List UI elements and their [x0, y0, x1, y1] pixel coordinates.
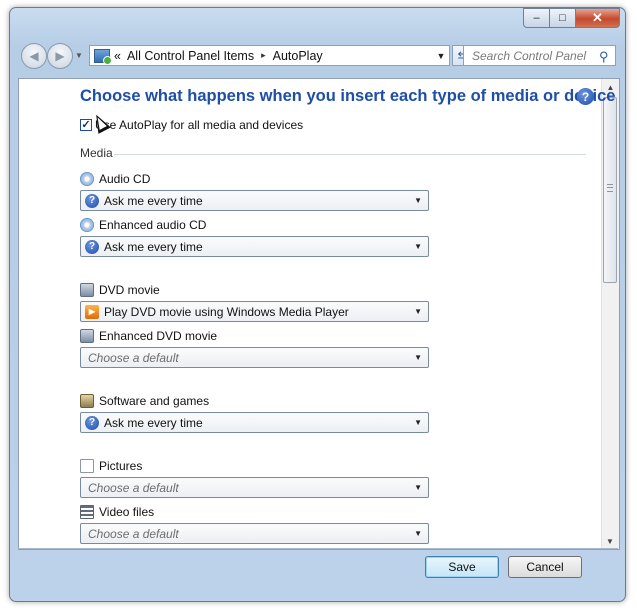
use-autoplay-option[interactable]: ✓ Use AutoPlay for all media and devices	[80, 118, 303, 132]
minimize-button[interactable]: –	[523, 8, 550, 28]
audio-cd-icon	[80, 172, 94, 186]
audio-cd-select[interactable]: ? Ask me every time ▼	[80, 190, 429, 211]
media-row-enhanced-audio-cd: Enhanced audio CD ? Ask me every time ▼	[80, 217, 429, 257]
media-row-software-and-games: Software and games ? Ask me every time ▼	[80, 393, 429, 433]
help-icon[interactable]: ?	[577, 88, 594, 105]
section-divider	[114, 154, 586, 155]
maximize-button[interactable]: □	[550, 8, 576, 28]
breadcrumb-overflow[interactable]: «	[114, 49, 121, 63]
software-and-games-select[interactable]: ? Ask me every time ▼	[80, 412, 429, 433]
breadcrumb-item-all-control-panel-items[interactable]: All Control Panel Items	[127, 49, 254, 63]
scroll-grip-icon	[607, 184, 613, 192]
chevron-down-icon[interactable]: ▼	[414, 483, 422, 492]
select-value: Ask me every time	[104, 193, 203, 208]
chevron-down-icon[interactable]: ▼	[414, 196, 422, 205]
media-player-icon: ▶	[85, 304, 99, 319]
chevron-down-icon[interactable]: ▼	[414, 353, 422, 362]
forward-arrow-icon: ▶	[55, 49, 65, 63]
media-section-heading: Media	[80, 146, 113, 160]
enhanced-dvd-movie-select[interactable]: Choose a default ▼	[80, 347, 429, 368]
media-label: Software and games	[99, 394, 210, 408]
page-title: Choose what happens when you insert each…	[80, 87, 616, 105]
media-row-video-files: Video files Choose a default ▼	[80, 504, 429, 544]
search-box[interactable]: ⚲	[463, 45, 616, 66]
forward-button[interactable]: ▶	[47, 43, 73, 69]
media-label: Video files	[99, 505, 155, 519]
scroll-thumb[interactable]	[603, 97, 617, 283]
chevron-down-icon[interactable]: ▼	[414, 307, 422, 316]
chevron-down-icon[interactable]: ▼	[414, 418, 422, 427]
media-label: DVD movie	[99, 283, 160, 297]
cancel-button[interactable]: Cancel	[508, 556, 582, 578]
select-value: Ask me every time	[104, 239, 203, 254]
question-icon: ?	[85, 193, 99, 208]
footer-divider	[18, 548, 618, 549]
select-value: Ask me every time	[104, 415, 203, 430]
software-icon	[80, 394, 94, 408]
dvd-icon	[80, 329, 94, 343]
caption-buttons: – □ ✕	[523, 8, 620, 28]
use-autoplay-checkbox[interactable]: ✓	[80, 119, 92, 131]
close-button[interactable]: ✕	[576, 8, 620, 28]
audio-cd-icon	[80, 218, 94, 232]
dvd-movie-select[interactable]: ▶ Play DVD movie using Windows Media Pla…	[80, 301, 429, 322]
question-icon: ?	[85, 239, 99, 254]
question-icon: ?	[85, 415, 99, 430]
search-input[interactable]	[470, 47, 599, 64]
control-panel-icon	[94, 48, 112, 65]
media-row-dvd-movie: DVD movie ▶ Play DVD movie using Windows…	[80, 282, 429, 322]
search-icon[interactable]: ⚲	[599, 49, 613, 64]
select-value: Choose a default	[88, 350, 179, 365]
back-arrow-icon: ◀	[29, 49, 39, 63]
recent-pages-chevron-icon[interactable]: ▼	[75, 51, 83, 60]
media-row-audio-cd: Audio CD ? Ask me every time ▼	[80, 171, 429, 211]
content-pane: ▲ ▼ Choose what happens when you insert …	[18, 78, 620, 550]
save-button[interactable]: Save	[425, 556, 499, 578]
video-files-select[interactable]: Choose a default ▼	[80, 523, 429, 544]
address-dropdown-icon[interactable]: ▼	[433, 51, 449, 61]
breadcrumb-separator-icon[interactable]: ▸	[261, 50, 266, 61]
media-row-enhanced-dvd-movie: Enhanced DVD movie Choose a default ▼	[80, 328, 429, 368]
chevron-down-icon[interactable]: ▼	[414, 529, 422, 538]
vertical-scrollbar[interactable]: ▲ ▼	[601, 79, 619, 549]
select-value: Play DVD movie using Windows Media Playe…	[104, 304, 349, 319]
navigation-bar: ◀ ▶ ▼ « All Control Panel Items ▸ AutoPl…	[18, 41, 617, 71]
pictures-select[interactable]: Choose a default ▼	[80, 477, 429, 498]
scroll-down-icon[interactable]: ▼	[602, 533, 618, 549]
left-pane	[19, 79, 65, 549]
pictures-icon	[80, 459, 94, 473]
media-row-pictures: Pictures Choose a default ▼	[80, 458, 429, 498]
media-label: Enhanced DVD movie	[99, 329, 218, 343]
select-value: Choose a default	[88, 480, 179, 495]
dvd-icon	[80, 283, 94, 297]
select-value: Choose a default	[88, 526, 179, 541]
chevron-down-icon[interactable]: ▼	[414, 242, 422, 251]
autoplay-window: – □ ✕ ◀ ▶ ▼ « All Control Panel Items ▸ …	[9, 7, 626, 602]
address-bar[interactable]: « All Control Panel Items ▸ AutoPlay ▼	[89, 45, 450, 66]
breadcrumb-item-autoplay[interactable]: AutoPlay	[273, 49, 323, 63]
use-autoplay-label[interactable]: Use AutoPlay for all media and devices	[95, 118, 303, 132]
media-label: Enhanced audio CD	[99, 218, 207, 232]
video-icon	[80, 505, 94, 519]
back-button[interactable]: ◀	[21, 43, 47, 69]
media-label: Pictures	[99, 459, 143, 473]
media-label: Audio CD	[99, 172, 151, 186]
enhanced-audio-cd-select[interactable]: ? Ask me every time ▼	[80, 236, 429, 257]
